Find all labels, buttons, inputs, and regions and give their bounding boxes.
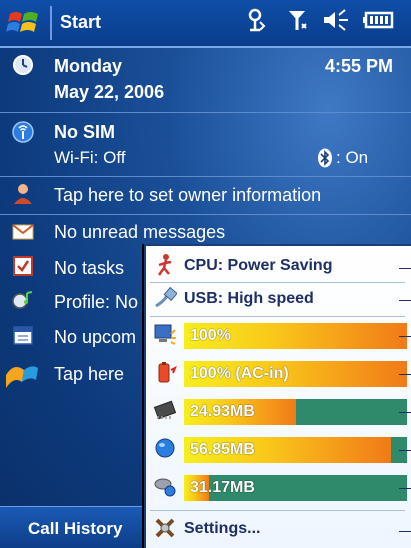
- memory-level-text: 24.93MB: [190, 403, 255, 420]
- battery-level-bar: 100% (AC-in): [184, 361, 407, 387]
- messages-text: No unread messages: [54, 222, 226, 242]
- menu-separator: [150, 282, 405, 283]
- storage-level-bar: 56.85MB: [184, 437, 407, 463]
- title-separator: [50, 6, 52, 40]
- tick-mark: [399, 488, 411, 489]
- usb-plug-icon: [152, 286, 178, 312]
- wireless-row[interactable]: No SIM Wi-Fi: Off : On: [0, 114, 411, 174]
- call-history-softkey[interactable]: Call History: [28, 519, 122, 539]
- tick-mark: [399, 374, 411, 375]
- brightness-icon: [152, 322, 178, 348]
- calendar-icon: [10, 324, 36, 350]
- backlight-level-text: 100%: [190, 327, 231, 344]
- storage-card-level-item[interactable]: 31.17MB: [152, 472, 411, 502]
- wireless-antenna-icon: [10, 120, 36, 146]
- windows-flag-icon: [4, 360, 40, 392]
- calendar-text: No upcom: [54, 327, 137, 347]
- usb-label: USB: High speed: [184, 290, 314, 307]
- clock-icon: [10, 54, 36, 80]
- profile-sound-icon: [10, 289, 36, 315]
- tick-mark: [399, 336, 411, 337]
- cpu-runner-icon: [152, 253, 178, 279]
- profile-text: Profile: No: [54, 292, 139, 312]
- bluetooth-icon: [317, 148, 333, 173]
- signal-strength-icon[interactable]: [286, 8, 308, 38]
- backlight-level-item[interactable]: 100%: [152, 320, 411, 350]
- storage-level-item[interactable]: 56.85MB: [152, 434, 411, 464]
- getting-started-text: Tap here: [54, 364, 125, 384]
- today-screen: Start Monday May 22, 2006 4:55 PM No SIM…: [0, 0, 411, 548]
- storage-icon: [152, 436, 178, 462]
- memory-level-bar: 24.93MB: [184, 399, 407, 425]
- backlight-level-bar: 100%: [184, 323, 407, 349]
- tick-mark: [399, 531, 411, 532]
- settings-label: Settings...: [184, 520, 261, 537]
- cpu-menu-item[interactable]: CPU: Power Saving: [152, 251, 411, 281]
- divider: [0, 176, 411, 177]
- usb-menu-item[interactable]: USB: High speed: [152, 284, 411, 314]
- owner-info-text: Tap here to set owner information: [54, 185, 322, 205]
- storage-level-text: 56.85MB: [190, 441, 255, 458]
- wifi-status: Wi-Fi: Off: [54, 148, 126, 167]
- menu-separator: [150, 316, 405, 317]
- page-title[interactable]: Start: [60, 12, 101, 33]
- battery-level-item[interactable]: 100% (AC-in): [152, 358, 411, 388]
- divider: [0, 214, 411, 215]
- memory-chip-icon: [152, 398, 178, 424]
- owner-info-row[interactable]: Tap here to set owner information: [0, 178, 411, 214]
- storage-card-level-bar: 31.17MB: [184, 475, 407, 501]
- battery-icon: [152, 360, 178, 386]
- volume-icon[interactable]: [322, 8, 350, 38]
- memory-level-item[interactable]: 24.93MB: [152, 396, 411, 426]
- power-status-popup-menu: CPU: Power Saving USB: High speed 100% 10…: [144, 244, 411, 548]
- connectivity-icon[interactable]: [244, 8, 266, 38]
- start-windows-logo-icon[interactable]: [6, 6, 42, 40]
- tick-mark: [399, 268, 411, 269]
- title-bar: Start: [0, 0, 411, 48]
- tasks-checkbox-icon: [10, 255, 36, 281]
- battery-level-text: 100% (AC-in): [190, 365, 289, 382]
- settings-menu-item[interactable]: Settings...: [152, 514, 411, 544]
- bluetooth-status: : On: [336, 148, 369, 167]
- tasks-text: No tasks: [54, 258, 125, 278]
- battery-status-icon[interactable]: [362, 8, 394, 38]
- divider: [0, 112, 411, 113]
- tick-mark: [399, 450, 411, 451]
- sim-status: No SIM: [54, 122, 115, 142]
- date-full: May 22, 2006: [54, 82, 165, 102]
- date-day: Monday: [54, 56, 123, 76]
- envelope-icon: [10, 220, 36, 246]
- menu-separator: [150, 510, 405, 511]
- owner-person-icon: [10, 182, 36, 208]
- settings-tools-icon: [152, 516, 178, 542]
- cpu-label: CPU: Power Saving: [184, 257, 333, 274]
- tick-mark: [399, 412, 411, 413]
- date-time-row[interactable]: Monday May 22, 2006 4:55 PM: [0, 50, 411, 110]
- time: 4:55 PM: [325, 56, 394, 76]
- storage-card-level-text: 31.17MB: [190, 479, 255, 496]
- storage-card-icon: [152, 474, 178, 500]
- tick-mark: [399, 300, 411, 301]
